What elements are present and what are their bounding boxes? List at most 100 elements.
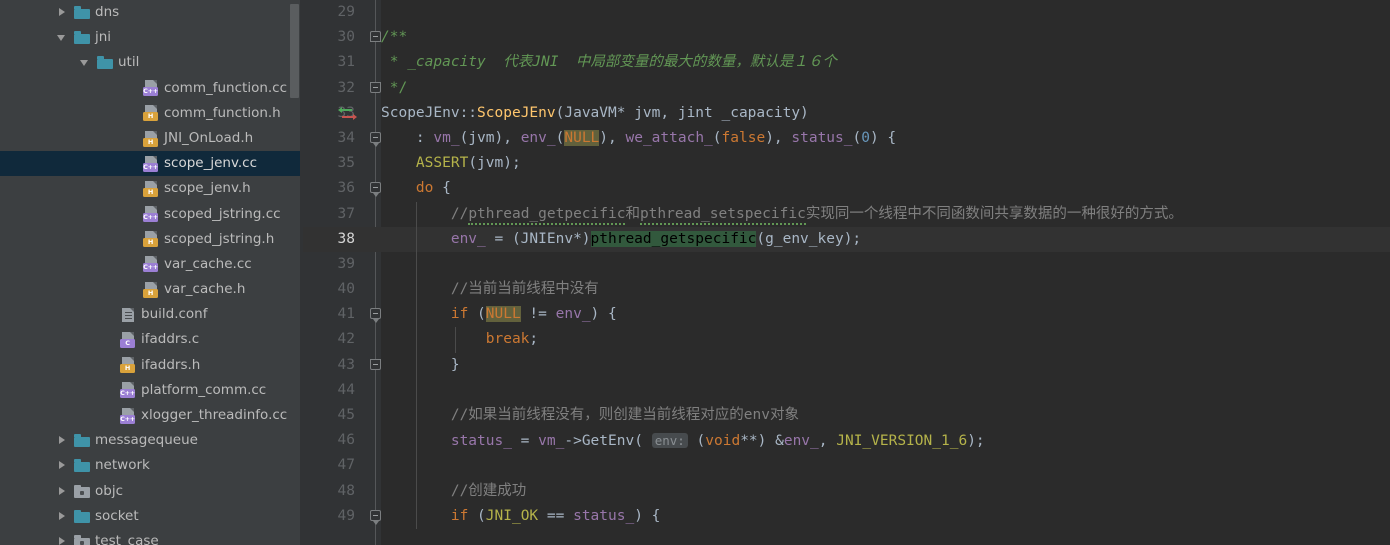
code-token: (JavaVM* jvm, jint _capacity): [555, 104, 809, 121]
chevron-right-icon[interactable]: [56, 434, 69, 447]
chevron-right-icon[interactable]: [56, 6, 69, 19]
code-fold-toggle-icon[interactable]: [370, 358, 381, 372]
code-token: pthread_setspecific: [639, 205, 806, 225]
chevron-right-icon[interactable]: [56, 510, 69, 523]
code-line[interactable]: 44: [303, 377, 1390, 403]
project-tree-panel[interactable]: dns jni util C++ comm_function.cc Hcomm_funct…: [0, 0, 303, 545]
code-line[interactable]: 49 if (JNI_OK == status_) {: [303, 503, 1390, 529]
code-token: env_: [783, 433, 819, 450]
code-editor[interactable]: 29 30 /** 31 * _capacity 代表JNI 中局部变量的最大的数量，…: [303, 0, 1390, 545]
code-token: */: [381, 79, 408, 96]
code-token: ),: [765, 129, 792, 146]
code-line[interactable]: 38 env_ = (JNIEnv*)pthread_getspecific(g…: [303, 226, 1390, 252]
code-fold-toggle-icon[interactable]: [370, 31, 381, 44]
sidebar-scrollbar[interactable]: [290, 4, 299, 98]
tree-item-build-conf[interactable]: build.conf: [0, 302, 303, 327]
code-token: (: [468, 306, 486, 323]
code-line[interactable]: 36 do {: [303, 176, 1390, 201]
tree-item-comm-function-h[interactable]: Hcomm_function.h: [0, 101, 303, 126]
code-line[interactable]: 29: [303, 0, 1390, 25]
tree-item-label: var_cache.cc: [164, 255, 252, 272]
editor-lines: 29 30 /** 31 * _capacity 代表JNI 中局部变量的最大的数量，…: [303, 0, 1390, 529]
code-fold-toggle-icon[interactable]: [370, 509, 381, 525]
code-fold-toggle-icon[interactable]: [370, 81, 381, 95]
code-line[interactable]: 42 break;: [303, 327, 1390, 353]
code-fold-toggle-icon[interactable]: [370, 131, 381, 147]
code-line[interactable]: 45 //如果当前线程没有，则创建当前线程对应的env对象: [303, 403, 1390, 429]
tree-item-dns[interactable]: dns: [0, 0, 303, 25]
code-fold-toggle-icon[interactable]: [370, 182, 381, 198]
tree-item-util[interactable]: util: [0, 50, 303, 75]
code-token: ) {: [634, 507, 661, 524]
tree-item-scope-jenv-h[interactable]: Hscope_jenv.h: [0, 176, 303, 201]
code-line[interactable]: 31 * _capacity 代表JNI 中局部变量的最大的数量，默认是１６个: [303, 50, 1390, 75]
tree-item-messagequeue[interactable]: messagequeue: [0, 428, 303, 453]
code-token: //创建成功: [450, 482, 527, 499]
code-token: status_: [450, 433, 512, 450]
code-line[interactable]: 35 ASSERT(jvm);: [303, 151, 1390, 176]
code-token: (: [712, 129, 722, 146]
tree-item-platform-comm-cc[interactable]: C++ platform_comm.cc: [0, 378, 303, 403]
code-line[interactable]: 48 //创建成功: [303, 478, 1390, 504]
code-token: ->: [564, 433, 582, 450]
code-line[interactable]: 43 }: [303, 352, 1390, 378]
tree-item-scoped-jstring-h[interactable]: Hscoped_jstring.h: [0, 227, 303, 252]
code-token: ,: [818, 433, 837, 450]
tree-item-test-case[interactable]: test_case: [0, 529, 303, 545]
code-line[interactable]: 41 if (NULL != env_) {: [303, 302, 1390, 328]
code-line[interactable]: 32 */: [303, 76, 1390, 101]
code-token: NULL: [564, 129, 600, 146]
code-line[interactable]: 40 //当前当前线程中没有: [303, 277, 1390, 303]
code-line[interactable]: 37 //pthread_getpecific和pthread_setspeci…: [303, 201, 1390, 227]
tree-item-ifaddrs-c[interactable]: Cifaddrs.c: [0, 327, 303, 352]
chevron-down-icon[interactable]: [56, 31, 69, 44]
code-token: = (JNIEnv*): [485, 230, 591, 247]
code-line[interactable]: 34 : vm_(jvm), env_(NULL), we_attach_(fa…: [303, 126, 1390, 151]
tree-item-var-cache-cc[interactable]: C++ var_cache.cc: [0, 252, 303, 277]
folder-blue-icon: [74, 509, 90, 523]
chevron-down-icon[interactable]: [79, 56, 92, 69]
tree-item-xlogger-threadinfo-cc[interactable]: C++ xlogger_threadinfo.cc: [0, 403, 303, 428]
code-token: NULL: [485, 306, 521, 323]
tree-item-scoped-jstring-cc[interactable]: C++ scoped_jstring.cc: [0, 202, 303, 227]
code-token: vm_: [433, 129, 460, 146]
folder-blue-icon: [74, 459, 90, 473]
code-token: **) &: [740, 433, 784, 450]
tree-item-socket[interactable]: socket: [0, 504, 303, 529]
tree-item-comm-function-cc[interactable]: C++ comm_function.cc: [0, 76, 303, 101]
cpp-file-icon: C++: [120, 382, 136, 399]
chevron-right-icon[interactable]: [56, 535, 69, 545]
folder-blue-icon: [97, 56, 113, 70]
code-line[interactable]: 46 status_ = vm_->GetEnv( env: (void**) …: [303, 428, 1390, 454]
tree-item-var-cache-h[interactable]: Hvar_cache.h: [0, 277, 303, 302]
chevron-right-icon[interactable]: [56, 485, 69, 498]
chevron-right-icon[interactable]: [56, 459, 69, 472]
tree-item-label: platform_comm.cc: [141, 381, 267, 398]
code-token: (jvm);: [468, 155, 521, 172]
code-line[interactable]: 30 /**: [303, 25, 1390, 50]
header-file-icon: H: [143, 231, 159, 248]
line-number: 43: [337, 356, 355, 373]
tree-item-jni-onload-h[interactable]: H JNI_OnLoad.h: [0, 126, 303, 151]
tree-item-objc[interactable]: objc: [0, 479, 303, 504]
code-fold-toggle-icon[interactable]: [370, 308, 381, 324]
line-number: 47: [337, 457, 355, 474]
line-number: 37: [337, 205, 355, 222]
tree-item-network[interactable]: network: [0, 453, 303, 478]
code-line-text: /**: [381, 25, 407, 50]
tree-item-label: var_cache.h: [164, 281, 246, 298]
code-token: env_: [555, 306, 591, 323]
code-token: do: [415, 180, 434, 197]
code-token: if: [450, 306, 469, 323]
implementing-method-icon[interactable]: [338, 106, 357, 122]
code-line[interactable]: 47: [303, 453, 1390, 479]
tree-item-jni[interactable]: jni: [0, 25, 303, 50]
tree-item-ifaddrs-h[interactable]: Hifaddrs.h: [0, 353, 303, 378]
tree-item-scope-jenv-cc[interactable]: C++ scope_jenv.cc: [0, 151, 303, 177]
code-line[interactable]: 39: [303, 251, 1390, 278]
code-line[interactable]: 33 ScopeJEnv::ScopeJEnv(JavaVM* jvm, jint…: [303, 101, 1390, 126]
line-number: 30: [337, 29, 355, 46]
